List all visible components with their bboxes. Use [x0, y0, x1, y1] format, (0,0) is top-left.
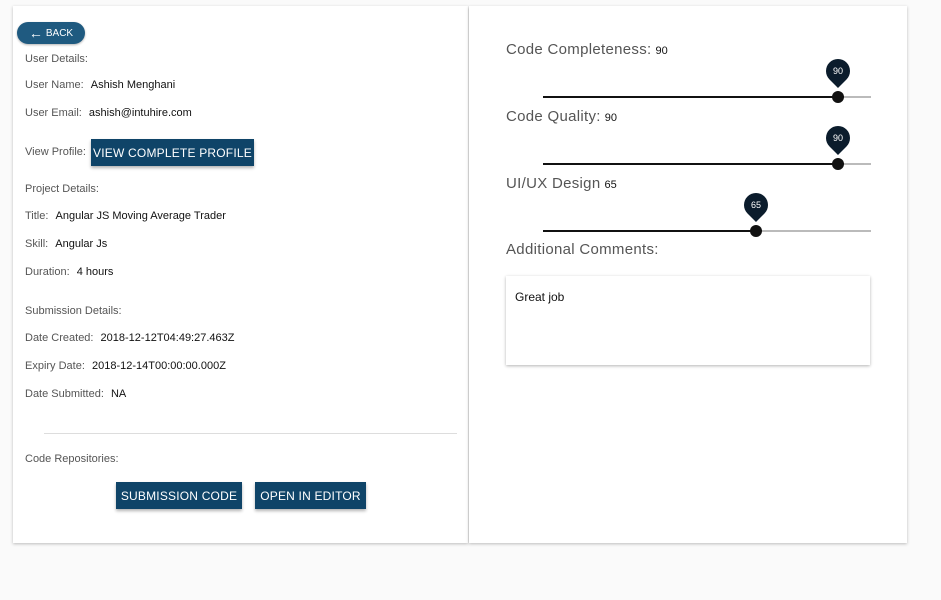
submission-details-panel: ← BACK User Details: User Name: Ashish M…	[13, 6, 468, 543]
user-name-value: Ashish Menghani	[90, 79, 176, 91]
slider-fill	[543, 163, 839, 165]
code-completeness-title: Code Completeness:	[506, 41, 652, 58]
tooltip-value: 90	[833, 133, 844, 143]
code-completeness-slider[interactable]: 90	[543, 54, 871, 103]
project-skill-row: Skill: Angular Js	[25, 238, 107, 250]
code-quality-slider[interactable]: 90	[543, 121, 871, 170]
project-skill-value: Angular Js	[55, 238, 108, 250]
date-created-label: Date Created:	[25, 332, 94, 344]
ui-ux-design-slider[interactable]: 65	[543, 188, 871, 237]
code-repositories-heading: Code Repositories:	[25, 453, 119, 465]
expiry-date-row: Expiry Date: 2018-12-14T00:00:00.000Z	[25, 360, 226, 372]
slider-fill	[543, 230, 757, 232]
arrow-left-icon: ←	[28, 25, 43, 41]
project-title-label: Title:	[25, 210, 49, 222]
code-quality-label: Code Quality: 90	[506, 108, 617, 125]
project-details-heading: Project Details:	[25, 183, 99, 195]
slider-fill	[543, 96, 839, 98]
code-completeness-label: Code Completeness: 90	[506, 41, 668, 58]
submission-details-heading: Submission Details:	[25, 305, 122, 317]
code-quality-title: Code Quality:	[506, 108, 601, 125]
value-tooltip: 90	[821, 121, 856, 155]
user-name-label: User Name:	[25, 79, 84, 91]
tooltip-value: 65	[751, 200, 762, 210]
additional-comments-label: Additional Comments:	[506, 241, 659, 258]
project-duration-value: 4 hours	[76, 266, 114, 278]
view-profile-label: View Profile:	[25, 146, 86, 158]
evaluation-panel: Code Completeness: 90 90 Code Quality: 90 …	[469, 6, 907, 543]
date-submitted-row: Date Submitted: NA	[25, 388, 126, 400]
value-tooltip: 90	[821, 54, 856, 88]
project-title-row: Title: Angular JS Moving Average Trader	[25, 210, 226, 222]
ui-ux-design-title: UI/UX Design	[506, 175, 601, 192]
slider-thumb[interactable]	[832, 158, 845, 170]
date-created-value: 2018-12-12T04:49:27.463Z	[100, 332, 235, 344]
date-created-row: Date Created: 2018-12-12T04:49:27.463Z	[25, 332, 234, 344]
submission-code-button[interactable]: SUBMISSION CODE	[116, 482, 242, 509]
project-duration-row: Duration: 4 hours	[25, 266, 113, 278]
user-details-heading: User Details:	[25, 53, 88, 65]
additional-comments-textarea[interactable]: Great job	[506, 276, 870, 365]
ui-ux-design-label: UI/UX Design 65	[506, 175, 617, 192]
value-tooltip: 65	[739, 188, 774, 222]
tooltip-value: 90	[833, 66, 844, 76]
project-duration-label: Duration:	[25, 266, 70, 278]
user-name-row: User Name: Ashish Menghani	[25, 79, 175, 91]
project-title-value: Angular JS Moving Average Trader	[55, 210, 226, 222]
ui-ux-design-score: 65	[604, 179, 617, 191]
user-email-value: ashish@intuhire.com	[88, 107, 192, 119]
date-submitted-value: NA	[110, 388, 127, 400]
section-divider	[44, 433, 457, 434]
slider-thumb[interactable]	[750, 225, 763, 237]
back-label: BACK	[45, 27, 74, 39]
back-button[interactable]: ← BACK	[17, 22, 85, 44]
user-email-label: User Email:	[25, 107, 82, 119]
user-email-row: User Email: ashish@intuhire.com	[25, 107, 192, 119]
open-in-editor-button[interactable]: OPEN IN EDITOR	[255, 482, 366, 509]
project-skill-label: Skill:	[25, 238, 49, 250]
expiry-date-label: Expiry Date:	[25, 360, 85, 372]
expiry-date-value: 2018-12-14T00:00:00.000Z	[91, 360, 226, 372]
code-quality-score: 90	[604, 112, 618, 124]
comment-text: Great job	[515, 290, 565, 304]
view-complete-profile-button[interactable]: VIEW COMPLETE PROFILE	[91, 139, 254, 166]
code-completeness-score: 90	[655, 45, 668, 57]
slider-thumb[interactable]	[832, 91, 845, 103]
date-submitted-label: Date Submitted:	[25, 388, 104, 400]
